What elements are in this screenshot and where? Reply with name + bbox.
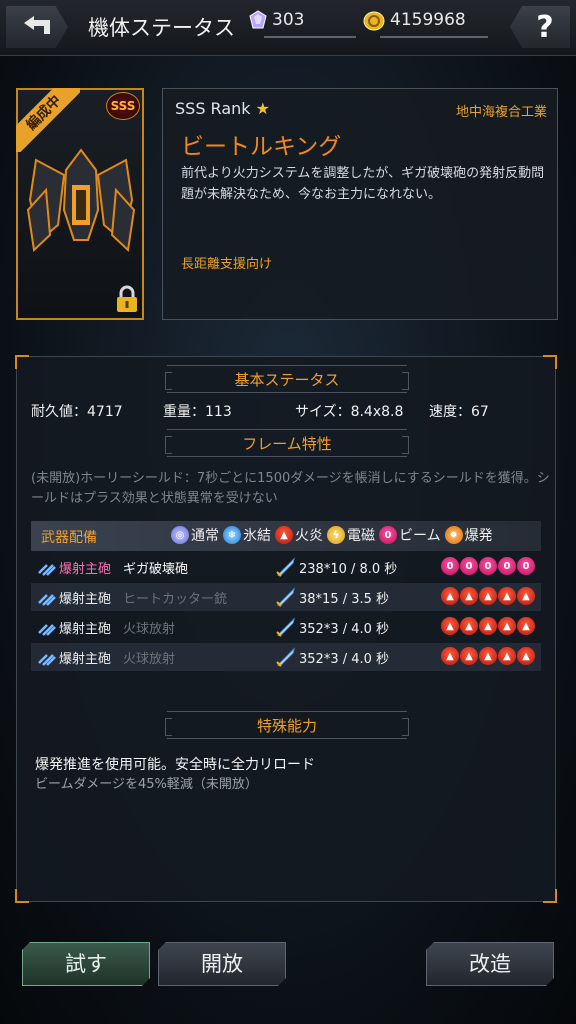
try-button[interactable]: 試す	[22, 942, 150, 986]
weapon-attributes: ▲ ▲ ▲ ▲ ▲	[441, 617, 535, 635]
weapon-row[interactable]: 爆射主砲 火球放射 352*3 / 4.0 秒 ▲ ▲ ▲ ▲ ▲	[31, 643, 541, 671]
ice-attr-icon: ❄	[223, 526, 241, 544]
weapons-header: 武器配備 ◎ 通常 ❄ 氷結 ▲ 火炎 ϟ 電磁 0 ビーム ✹ 爆発	[31, 521, 541, 551]
fire-attr-icon: ▲	[498, 617, 516, 635]
basic-stats-title: 基本ステータス	[165, 365, 409, 393]
beam-attr-icon: 0	[517, 557, 535, 575]
stats-panel: 基本ステータス 耐久値：4717 重量：113 サイズ：8.4x8.8 速度：6…	[15, 355, 557, 903]
fire-attr-icon: ▲	[441, 617, 459, 635]
special-ability-line-2: ビームダメージを45%軽減（未開放）	[35, 777, 258, 792]
rank-badge: SSS	[106, 92, 140, 120]
weapon-type: 爆射主砲	[59, 622, 112, 637]
fire-attr-icon: ▲	[441, 647, 459, 665]
speed-stat: 速度：67	[429, 404, 489, 420]
weapon-name: ギガ破壊砲	[123, 562, 189, 577]
fire-attr-icon: ▲	[498, 587, 516, 605]
ship-image	[26, 148, 136, 253]
lock-icon[interactable]	[114, 284, 140, 314]
ship-role: 長距離支援向け	[181, 257, 273, 272]
fire-attr-icon: ▲	[479, 617, 497, 635]
ship-description: 前代より火力システムを調整したが、ギガ破壊砲の発射反動問題が未解決なため、今なお…	[181, 166, 545, 202]
weight-stat: 重量：113	[163, 404, 232, 420]
weapon-name: 火球放射	[123, 622, 176, 637]
beam-attr-icon: 0	[379, 526, 397, 544]
weapon-row[interactable]: 爆射主砲 ギガ破壊砲 238*10 / 8.0 秒00000	[31, 553, 541, 581]
ship-info-panel: SSS Rank ★ 地中海複合工業 ビートルキング 前代より火力システムを調整…	[162, 88, 558, 320]
weapon-attributes: ▲ ▲ ▲ ▲ ▲	[441, 587, 535, 605]
fire-attr-icon: ▲	[460, 617, 478, 635]
ship-name: ビートルキング	[181, 134, 342, 160]
coin-count: 4159968	[390, 10, 466, 30]
back-button[interactable]	[6, 6, 68, 48]
beam-attr-icon: 0	[460, 557, 478, 575]
frame-title: フレーム特性	[165, 429, 409, 457]
fire-attr-icon: ▲	[517, 617, 535, 635]
fire-attr-icon: ▲	[460, 587, 478, 605]
frame-description: (未開放)ホーリーシールド：7秒ごとに1500ダメージを帳消しにするシールドを獲…	[31, 471, 550, 506]
fire-attr-icon: ▲	[479, 647, 497, 665]
weapon-type: 爆射主砲	[59, 652, 112, 667]
weapon-damage: 38*15 / 3.5 秒	[299, 592, 390, 607]
weapon-damage: 352*3 / 4.0 秒	[299, 652, 390, 667]
gem-icon	[249, 10, 267, 29]
weapon-damage: 238*10 / 8.0 秒	[299, 562, 398, 577]
weapon-name: 火球放射	[123, 652, 176, 667]
special-ability-title: 特殊能力	[165, 711, 409, 739]
coin-counter: 4159968	[362, 8, 488, 38]
electromagnetic-attr-icon: ϟ	[327, 526, 345, 544]
beam-attr-icon: 0	[498, 557, 516, 575]
size-stat: サイズ：8.4x8.8	[295, 404, 404, 420]
ship-card[interactable]: 編成中 SSS	[16, 88, 144, 320]
weapon-name: ヒートカッター銃	[123, 592, 228, 607]
explosion-attr-icon: ✹	[444, 526, 463, 544]
durability-stat: 耐久値：4717	[31, 404, 123, 420]
weapon-type-icon	[38, 594, 56, 606]
weapon-attributes: 00000	[441, 557, 535, 575]
weapon-type-icon	[38, 654, 56, 666]
manufacturer: 地中海複合工業	[455, 105, 547, 120]
normal-attr-icon: ◎	[171, 526, 189, 544]
coin-icon	[363, 11, 385, 31]
fire-attr-icon: ▲	[517, 587, 535, 605]
weapon-type: 爆射主砲	[59, 592, 112, 607]
fire-attr-icon: ▲	[460, 647, 478, 665]
star-icon: ★	[255, 99, 270, 118]
weapon-row[interactable]: 爆射主砲 ヒートカッター銃 38*15 / 3.5 秒 ▲ ▲ ▲ ▲ ▲	[31, 583, 541, 611]
page-title: 機体ステータス	[88, 16, 235, 40]
fire-attr-icon: ▲	[498, 647, 516, 665]
fire-attr-icon: ▲	[517, 647, 535, 665]
beam-attr-icon: 0	[479, 557, 497, 575]
fire-attr-icon: ▲	[275, 526, 293, 544]
unlock-button[interactable]: 開放	[158, 942, 286, 986]
weapon-attributes: ▲ ▲ ▲ ▲ ▲	[441, 647, 535, 665]
fire-attr-icon: ▲	[441, 587, 459, 605]
weapon-type: 爆射主砲	[59, 562, 112, 577]
sword-icon	[276, 647, 295, 667]
help-button[interactable]: ?	[510, 6, 570, 48]
question-icon: ?	[536, 9, 554, 45]
sword-icon	[276, 587, 295, 607]
weapons-header-label: 武器配備	[41, 530, 97, 546]
back-arrow-icon	[24, 16, 50, 34]
weapon-type-icon	[38, 624, 56, 636]
attribute-legend: ◎ 通常 ❄ 氷結 ▲ 火炎 ϟ 電磁 0 ビーム ✹ 爆発	[171, 525, 493, 545]
rank-label: SSS Rank ★	[175, 99, 270, 118]
special-ability-line-1: 爆発推進を使用可能。安全時に全力リロード	[35, 757, 315, 773]
gem-counter: 303	[246, 8, 356, 38]
fire-attr-icon: ▲	[479, 587, 497, 605]
modify-button[interactable]: 改造	[426, 942, 554, 986]
weapon-damage: 352*3 / 4.0 秒	[299, 622, 390, 637]
special-ability: 爆発推進を使用可能。安全時に全力リロード ビームダメージを45%軽減（未開放）	[35, 755, 315, 795]
top-bar: 機体ステータス 303 4159968 ?	[0, 0, 576, 56]
sword-icon	[276, 617, 295, 637]
beam-attr-icon: 0	[441, 557, 459, 575]
sword-icon	[276, 557, 295, 577]
gem-count: 303	[272, 10, 305, 30]
weapon-type-icon	[38, 564, 56, 576]
weapon-row[interactable]: 爆射主砲 火球放射 352*3 / 4.0 秒 ▲ ▲ ▲ ▲ ▲	[31, 613, 541, 641]
